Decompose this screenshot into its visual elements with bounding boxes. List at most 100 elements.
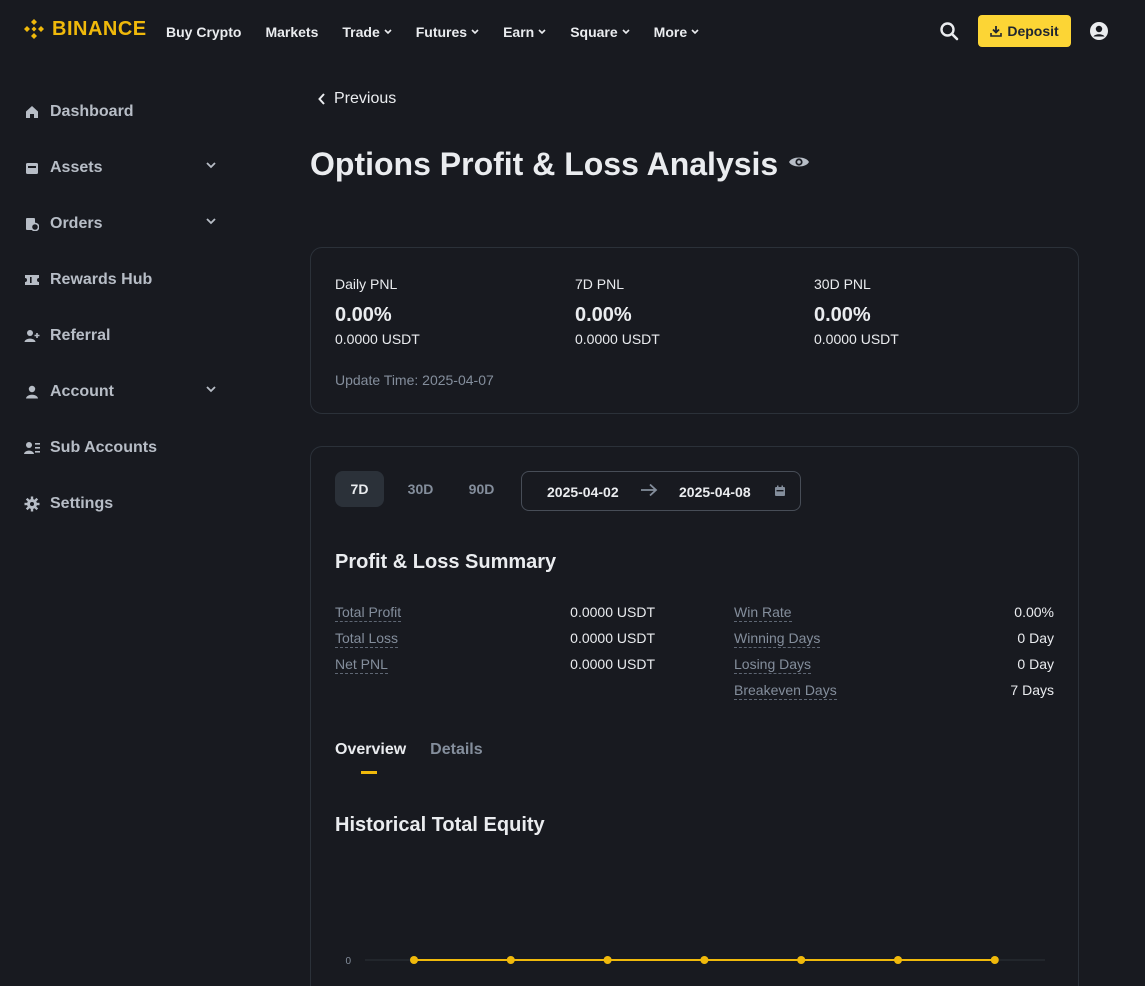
nav-earn[interactable]: Earn	[503, 22, 546, 42]
data-point[interactable]	[700, 956, 709, 964]
nav-label: Futures	[415, 24, 468, 40]
stat-losing-days: Losing Days 0 Day	[734, 656, 1054, 674]
chevron-down-icon	[206, 162, 216, 169]
tab-90d[interactable]: 90D	[457, 471, 506, 507]
end-date[interactable]: 2025-04-08	[679, 484, 751, 500]
nav-futures[interactable]: Futures	[416, 22, 479, 42]
binance-logo[interactable]: BINANCE	[22, 17, 147, 41]
update-time: Update Time: 2025-04-07	[335, 372, 494, 388]
stat-winning-days: Winning Days 0 Day	[734, 630, 1054, 648]
binance-logo-icon	[24, 19, 44, 39]
search-icon[interactable]	[939, 21, 959, 41]
wallet-icon	[24, 160, 40, 176]
date-range-picker[interactable]: 2025-04-02 2025-04-08	[521, 471, 801, 511]
tab-details[interactable]: Details	[430, 741, 482, 759]
previous-label: Previous	[334, 90, 397, 107]
data-point[interactable]	[894, 956, 902, 964]
stat-value: 0 Day	[1017, 656, 1054, 672]
sidebar-item-orders[interactable]: Orders	[0, 196, 240, 252]
stat-value: 7 Days	[1010, 682, 1054, 698]
pnl-label: Daily PNL	[335, 276, 398, 292]
stat-win-rate: Win Rate 0.00%	[734, 604, 1054, 622]
arrow-right-icon	[641, 483, 658, 497]
page-title-text: Options Profit & Loss Analysis	[310, 146, 779, 182]
nav-buy-crypto[interactable]: Buy Crypto	[166, 22, 241, 42]
7d-pnl: 7D PNL 0.00% 0.0000 USDT	[575, 276, 660, 347]
add-user-icon	[24, 328, 40, 344]
nav-square[interactable]: Square	[570, 22, 630, 42]
stat-value: 0 Day	[1017, 630, 1054, 646]
download-icon	[990, 26, 1003, 37]
user-icon[interactable]	[1089, 21, 1109, 41]
previous-link[interactable]: Previous	[318, 90, 396, 108]
sidebar-item-label: Assets	[50, 159, 103, 176]
analysis-card: 7D 30D 90D 2025-04-02 2025-04-08 Profit …	[310, 446, 1079, 986]
data-point[interactable]	[506, 956, 515, 964]
sidebar-item-assets[interactable]: Assets	[0, 140, 240, 196]
pnl-amount: 0.0000 USDT	[575, 331, 660, 347]
chevron-down-icon	[384, 29, 392, 35]
sidebar-item-referral[interactable]: Referral	[0, 308, 240, 364]
stat-label[interactable]: Win Rate	[734, 604, 792, 622]
nav-trade[interactable]: Trade	[342, 22, 392, 42]
tab-overview[interactable]: Overview	[335, 741, 406, 774]
sidebar-item-rewards-hub[interactable]: Rewards Hub	[0, 252, 240, 308]
pnl-percent: 0.00%	[575, 304, 632, 326]
stat-label[interactable]: Total Loss	[335, 630, 399, 648]
chevron-down-icon	[691, 29, 699, 35]
nav-label: Trade	[342, 24, 380, 40]
data-point[interactable]	[990, 956, 999, 964]
main-nav: Buy Crypto Markets Trade Futures Earn Sq…	[166, 22, 723, 42]
stat-total-profit: Total Profit 0.0000 USDT	[335, 604, 655, 622]
stat-value: 0.00%	[1014, 604, 1054, 620]
stat-label[interactable]: Total Profit	[335, 604, 402, 622]
pnl-percent: 0.00%	[814, 304, 871, 326]
chevron-down-icon	[538, 29, 546, 35]
sidebar-item-label: Dashboard	[50, 103, 134, 120]
chevron-down-icon	[471, 29, 479, 35]
chevron-down-icon	[206, 386, 216, 393]
stat-label[interactable]: Net PNL	[335, 656, 388, 674]
sidebar-item-label: Account	[50, 383, 114, 400]
pnl-label: 30D PNL	[814, 276, 871, 292]
stat-net-pnl: Net PNL 0.0000 USDT	[335, 656, 655, 674]
orders-icon	[24, 216, 40, 232]
stat-label[interactable]: Losing Days	[734, 656, 812, 674]
sidebar-item-dashboard[interactable]: Dashboard	[0, 84, 240, 140]
tab-7d[interactable]: 7D	[335, 471, 384, 507]
summary-title: Profit & Loss Summary	[335, 551, 557, 573]
sidebar-item-label: Orders	[50, 215, 103, 232]
historical-equity-chart: 0	[345, 956, 1045, 965]
data-point[interactable]	[797, 956, 806, 964]
sidebar-item-account[interactable]: Account	[0, 364, 240, 420]
stat-label[interactable]: Breakeven Days	[734, 682, 837, 700]
deposit-button[interactable]: Deposit	[978, 15, 1071, 47]
top-navigation-bar: BINANCE Buy Crypto Markets Trade Futures…	[0, 0, 1145, 64]
stat-label[interactable]: Winning Days	[734, 630, 821, 648]
header-actions: Deposit	[939, 15, 1109, 47]
nav-label: Markets	[265, 24, 319, 40]
data-point[interactable]	[603, 956, 612, 964]
stat-value: 0.0000 USDT	[570, 630, 655, 646]
person-icon	[24, 384, 40, 400]
sidebar-item-settings[interactable]: Settings	[0, 476, 240, 532]
sidebar-item-sub-accounts[interactable]: Sub Accounts	[0, 420, 240, 476]
nav-markets[interactable]: Markets	[265, 22, 318, 42]
detail-tabs: Overview Details	[335, 741, 483, 774]
eye-icon[interactable]	[788, 154, 810, 170]
nav-label: Buy Crypto	[166, 24, 242, 40]
sidebar-item-label: Referral	[50, 327, 111, 344]
stat-value: 0.0000 USDT	[570, 656, 655, 672]
nav-label: More	[653, 24, 688, 40]
start-date[interactable]: 2025-04-02	[547, 484, 619, 500]
nav-more[interactable]: More	[654, 22, 699, 42]
stat-value: 0.0000 USDT	[570, 604, 655, 620]
sub-accounts-icon	[24, 440, 40, 456]
y-tick-label: 0	[345, 956, 351, 965]
calendar-icon[interactable]	[774, 485, 786, 497]
tab-30d[interactable]: 30D	[396, 471, 445, 507]
sidebar: Dashboard Assets Orders Rewards Hub Refe…	[0, 84, 240, 532]
page-title: Options Profit & Loss Analysis	[310, 146, 810, 183]
data-point[interactable]	[410, 956, 418, 964]
nav-label: Earn	[503, 24, 535, 40]
